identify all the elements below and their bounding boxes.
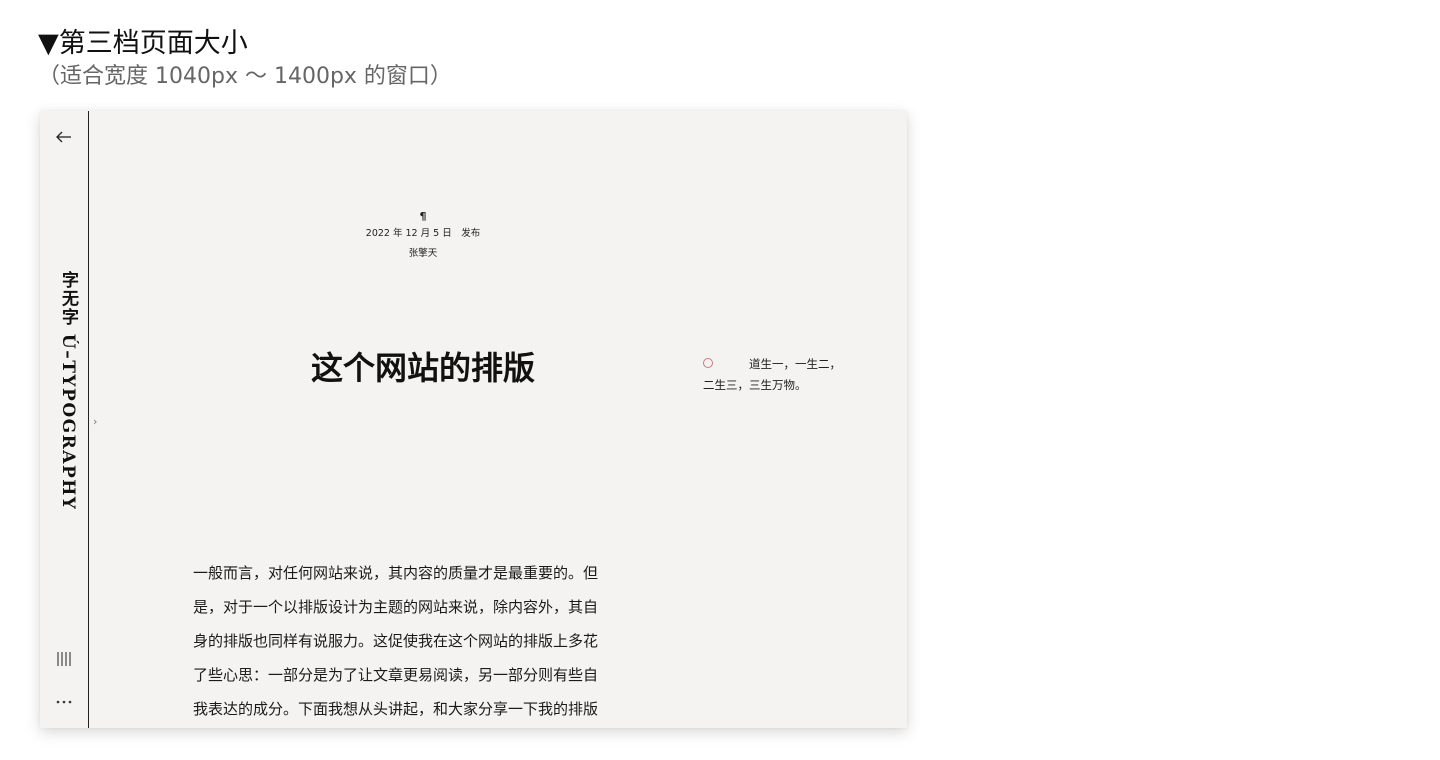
sidenote-text-1: 道生一，一生二， — [749, 357, 841, 371]
body-line: 我表达的成分。下面我想从头讲起，和大家分享一下我的排版 — [193, 700, 599, 718]
more-dots-icon[interactable] — [54, 691, 74, 704]
article-title: 这个网站的排版 — [310, 349, 535, 387]
back-arrow-icon[interactable] — [52, 125, 76, 149]
body-line: 身的排版也同样有说服力。这促使我在这个网站的排版上多花 — [193, 632, 599, 650]
sidenote-line: 道生一，一生二， — [703, 354, 873, 375]
sidenote-text-2: 二生三，三生万物。 — [703, 378, 807, 392]
sidenote: 道生一，一生二， 二生三，三生万物。 — [703, 354, 873, 396]
body-line: 了些心思：一部分是为了让文章更易阅读，另一部分则有些自 — [193, 666, 599, 684]
section-title: ▼第三档页面大小 — [38, 28, 248, 59]
chevron-right-icon[interactable]: › — [93, 415, 103, 429]
bars-icon[interactable] — [55, 651, 73, 667]
sidebar: 字无字 Ú–TYPOGRAPHY — [40, 111, 89, 728]
section-heading: ▼第三档页面大小 （适合宽度 1040px ～ 1400px 的窗口） — [38, 26, 452, 92]
body-line: 一般而言，对任何网站来说，其内容的质量才是最重要的。但 — [193, 564, 599, 582]
publish-date: 2022 年 12 月 5 日 发布 — [365, 228, 481, 239]
pilcrow-icon: ¶ — [419, 210, 427, 223]
website-preview-frame: 字无字 Ú–TYPOGRAPHY › ¶ 2022 年 12 月 5 日 发布 … — [40, 111, 907, 728]
article-body: 一般而言，对任何网站来说，其内容的质量才是最重要的。但 是，对于一个以排版设计为… — [193, 556, 655, 726]
body-line: 是，对于一个以排版设计为主题的网站来说，除内容外，其自 — [193, 598, 599, 616]
site-brand[interactable]: 字无字 Ú–TYPOGRAPHY — [47, 271, 81, 561]
author-name[interactable]: 张擎天 — [263, 247, 583, 261]
article-meta: ¶ 2022 年 12 月 5 日 发布 张擎天 — [263, 209, 583, 261]
circle-marker-icon — [703, 358, 713, 368]
section-subtitle: （适合宽度 1040px ～ 1400px 的窗口） — [38, 64, 452, 89]
